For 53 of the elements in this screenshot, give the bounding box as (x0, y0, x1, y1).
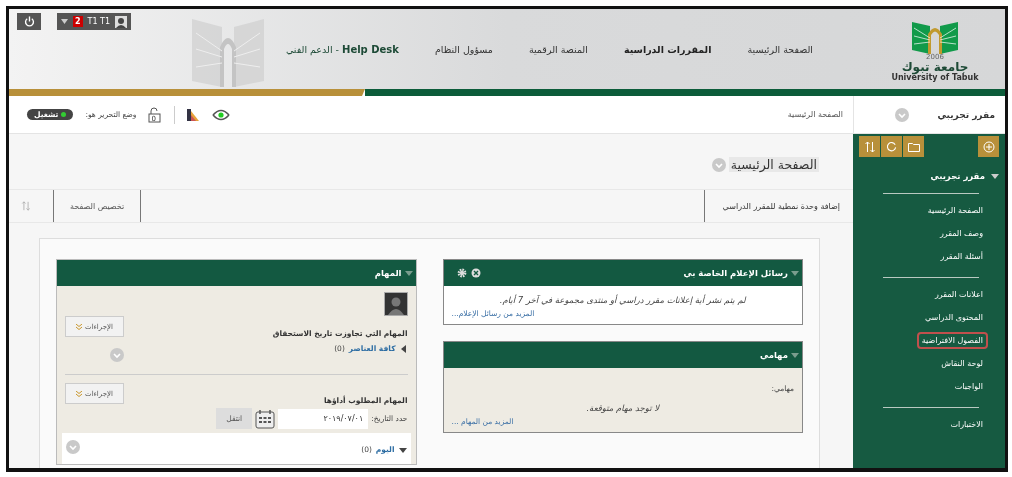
add-module-link[interactable]: إضافة وحدة نمطية للمقرر الدراسي (703, 190, 853, 222)
logo-arabic-name: جامعة تبوك (901, 61, 969, 73)
module-title: المهام (374, 268, 402, 278)
sidebar-item[interactable]: أسئلة المقرر (935, 248, 988, 265)
refresh-icon[interactable] (886, 141, 897, 152)
sidebar-item[interactable]: الواجبات (949, 378, 988, 395)
course-name[interactable]: مقرر تجريبي (937, 109, 995, 120)
triangle-icon[interactable] (399, 344, 408, 353)
notification-badge[interactable]: 2 (73, 16, 83, 27)
caret-icon[interactable] (61, 19, 68, 24)
sort-icon[interactable] (21, 201, 31, 211)
chevron-circle-icon[interactable] (895, 107, 910, 122)
page-title: الصفحة الرئيسية (728, 157, 819, 172)
nav-link[interactable]: مسؤول النظام (434, 43, 493, 55)
sidebar-item[interactable]: المحتوى الدراسي (919, 309, 988, 326)
empty-message: لا توجد مهام متوقعة. (585, 403, 661, 413)
folder-icon[interactable] (907, 141, 920, 152)
triangle-icon[interactable] (991, 172, 999, 180)
chevron-circle-icon[interactable] (711, 157, 726, 172)
course-menu-title[interactable]: مقرر تجريبي (930, 171, 985, 181)
sidebar-item[interactable]: اعلانات المقرر (929, 286, 988, 303)
date-field[interactable]: ٢٠١٩/٠٧/٠١ (278, 408, 369, 429)
user-name[interactable]: T1 T1 (87, 17, 111, 26)
customize-page-link[interactable]: تخصيص الصفحة (53, 190, 142, 222)
sidebar-item[interactable]: الفصول الافتراضية (916, 332, 988, 349)
power-icon[interactable] (23, 16, 35, 27)
logo-english-name: University of Tabuk (891, 73, 979, 82)
breadcrumb[interactable]: الصفحة الرئيسية (787, 110, 843, 119)
avatar-icon (383, 292, 408, 316)
folder-button[interactable] (903, 136, 924, 157)
chevron-circle-icon[interactable] (66, 439, 80, 454)
refresh-button[interactable] (881, 136, 902, 157)
power-button[interactable] (17, 13, 41, 30)
calendar-icon[interactable] (255, 408, 276, 429)
empty-message: لم يتم نشر أية إعلانات مقرر دراسي أو منتدى مجموعة في آخر 7 أيام. (498, 295, 748, 305)
sidebar-item[interactable]: الصفحة الرئيسية (922, 202, 988, 219)
user-menu[interactable]: 2 T1 T1 (57, 13, 132, 30)
sidebar-item[interactable]: وصف المقرر (934, 225, 988, 242)
double-chevron-icon[interactable] (76, 390, 83, 397)
avatar-icon[interactable] (115, 15, 128, 28)
sidebar-item[interactable]: لوحة النقاش (936, 355, 988, 372)
chevron-circle-icon[interactable] (110, 348, 124, 362)
settings-icon[interactable] (456, 268, 467, 278)
nav-link[interactable]: الصفحة الرئيسية (747, 43, 813, 55)
double-chevron-icon[interactable] (76, 323, 83, 330)
palette-icon[interactable] (187, 108, 200, 121)
nav-link[interactable]: المقررات الدراسية (623, 43, 712, 55)
module-title: رسائل الإعلام الخاصة بي (683, 268, 788, 278)
nav-link[interactable]: المنصة الرقمية (528, 43, 588, 55)
close-icon[interactable] (470, 268, 481, 278)
triangle-icon[interactable] (398, 445, 407, 454)
sidebar-item[interactable]: الاختبارات (945, 416, 988, 433)
module-title: مهامي (760, 350, 788, 360)
